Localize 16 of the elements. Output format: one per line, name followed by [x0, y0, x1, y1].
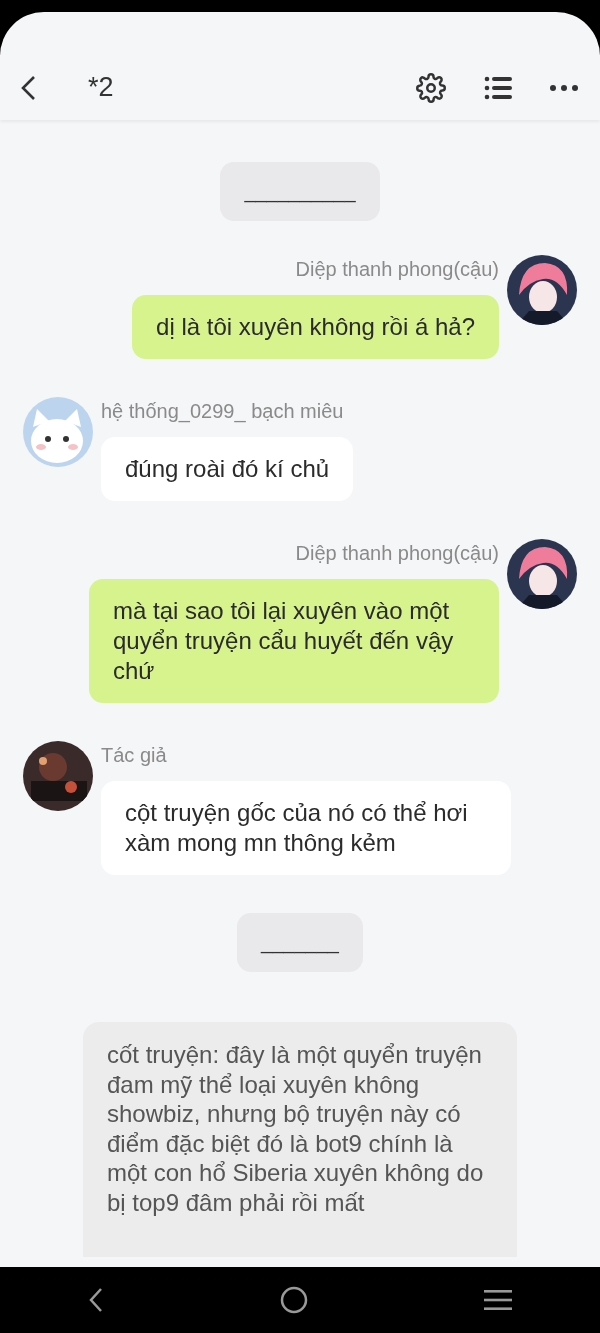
chat-title: *2 [88, 72, 115, 103]
message-bubble: đúng roài đó kí chủ [101, 437, 354, 501]
home-icon[interactable] [280, 1286, 308, 1314]
message-bubble: cột truyện gốc của nó có thể hơi xàm mong mn thông kẻm [101, 781, 511, 875]
list-icon[interactable] [484, 75, 512, 100]
more-icon[interactable] [550, 83, 578, 92]
sender-name: Tác giả [101, 744, 167, 767]
story-note: cốt truyện: đây là một quyển truyện đam mỹ thể loại xuyên không showbiz, nhưng bộ truyện này có điểm đặc biệt đó là bot9 chính là một con hổ Siberia xuyên không do bị top9 đâm phải rồi mất [83, 1022, 517, 1257]
back-icon[interactable] [88, 1287, 104, 1313]
menu-icon[interactable] [484, 1289, 512, 1311]
message-bubble: mà tại sao tôi lại xuyên vào một quyển truyện cẩu huyết đến vậy chứ [89, 579, 499, 703]
sender-name: Diệp thanh phong(cậu) [295, 258, 499, 281]
sender-name: hệ thống_0299_ bạch miêu [101, 400, 344, 423]
sender-name: Diệp thanh phong(cậu) [295, 542, 499, 565]
message-bubble: dị là tôi xuyên không rồi á hả? [132, 295, 499, 359]
settings-icon[interactable] [416, 72, 446, 103]
